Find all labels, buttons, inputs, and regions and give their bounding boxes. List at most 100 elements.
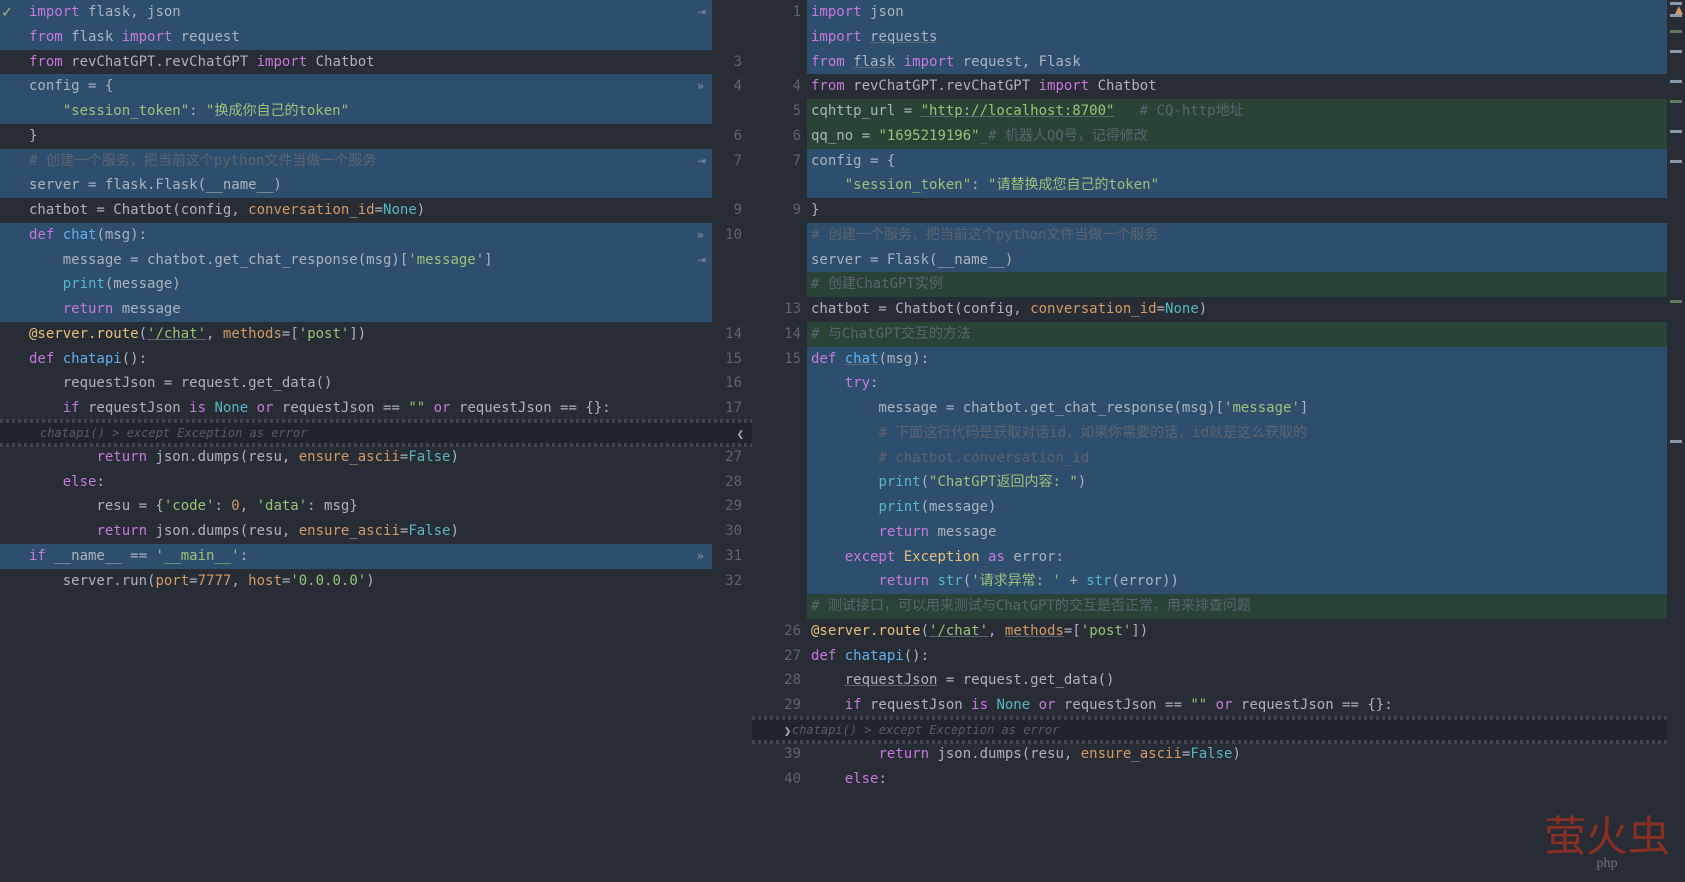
code-line[interactable]: server = flask.Flask(__name__) [0, 173, 752, 198]
code-line[interactable]: "session_token": "请替换成您自己的token" [752, 173, 1685, 198]
code-line[interactable]: 14# 与ChatGPT交互的方法 [752, 322, 1685, 347]
expand-right-icon[interactable]: ❯ [782, 722, 793, 740]
code-line[interactable]: 1import json [752, 0, 1685, 25]
code-line[interactable]: requestJson = request.get_data()16 [0, 371, 752, 396]
insert-icon[interactable]: » [697, 223, 706, 248]
code-line[interactable]: return str('请求异常: ' + str(error)) [752, 569, 1685, 594]
code-line[interactable]: except Exception as error: [752, 545, 1685, 570]
line-number: 1 [752, 0, 807, 25]
insert-icon[interactable]: » [697, 74, 706, 99]
code-line[interactable]: server.run(port=7777, host='0.0.0.0')32 [0, 569, 752, 594]
line-number: 14 [752, 322, 807, 347]
right-pane[interactable]: ▲ 1import jsonimport requestsfrom flask … [752, 0, 1685, 882]
gutter-marker [0, 297, 25, 322]
line-number: 6 [712, 124, 752, 149]
code-content: config = { [25, 74, 712, 99]
code-content: chatbot = Chatbot(config, conversation_i… [807, 297, 1685, 322]
accept-icon[interactable]: ⇥ [698, 248, 706, 273]
code-content: server = flask.Flask(__name__) [25, 173, 712, 198]
code-line[interactable]: # 测试接口，可以用来测试与ChatGPT的交互是否正常，用来排查问题 [752, 594, 1685, 619]
code-line[interactable]: 39 return json.dumps(resu, ensure_ascii=… [752, 742, 1685, 767]
line-number [712, 25, 752, 50]
code-line[interactable]: 4from revChatGPT.revChatGPT import Chatb… [752, 74, 1685, 99]
code-line[interactable]: server = Flask(__name__) [752, 248, 1685, 273]
code-content: print("ChatGPT返回内容: ") [807, 470, 1685, 495]
left-pane[interactable]: ✓ import flask, json⇥from flask import r… [0, 0, 752, 882]
code-line[interactable]: return message [752, 520, 1685, 545]
line-number [752, 173, 807, 198]
code-line[interactable]: message = chatbot.get_chat_response(msg)… [752, 396, 1685, 421]
code-line[interactable]: print(message) [752, 495, 1685, 520]
code-line[interactable]: from flask import request [0, 25, 752, 50]
code-line[interactable]: else:28 [0, 470, 752, 495]
line-number: 4 [752, 74, 807, 99]
code-line[interactable]: print("ChatGPT返回内容: ") [752, 470, 1685, 495]
code-line[interactable]: return json.dumps(resu, ensure_ascii=Fal… [0, 445, 752, 470]
code-line[interactable]: chatbot = Chatbot(config, conversation_i… [0, 198, 752, 223]
code-content: def chat(msg): [25, 223, 712, 248]
code-line[interactable]: import requests [752, 25, 1685, 50]
expand-left-icon[interactable]: ❮ [735, 425, 746, 443]
code-line[interactable]: 28 requestJson = request.get_data() [752, 668, 1685, 693]
code-line[interactable]: import flask, json⇥ [0, 0, 752, 25]
code-line[interactable]: config = {»4 [0, 74, 752, 99]
code-line[interactable]: 7config = { [752, 149, 1685, 174]
code-line[interactable]: 27def chatapi(): [752, 644, 1685, 669]
code-line[interactable]: if __name__ == '__main__':»31 [0, 544, 752, 569]
minimap[interactable] [1667, 0, 1685, 882]
gutter-marker [0, 322, 25, 347]
code-content: return json.dumps(resu, ensure_ascii=Fal… [25, 519, 712, 544]
code-line[interactable]: # chatbot.conversation_id [752, 446, 1685, 471]
code-line[interactable]: 9} [752, 198, 1685, 223]
code-content: message = chatbot.get_chat_response(msg)… [25, 248, 712, 273]
code-content: try: [807, 371, 1685, 396]
code-line[interactable]: from flask import request, Flask [752, 50, 1685, 75]
code-content: if __name__ == '__main__': [25, 544, 712, 569]
code-content: requestJson = request.get_data() [25, 371, 712, 396]
line-number: 9 [752, 198, 807, 223]
code-line[interactable]: # 创建ChatGPT实例 [752, 272, 1685, 297]
code-line[interactable]: def chatapi():15 [0, 347, 752, 372]
code-content: chatbot = Chatbot(config, conversation_i… [25, 198, 712, 223]
code-line[interactable]: 29 if requestJson is None or requestJson… [752, 693, 1685, 718]
code-line[interactable]: 15def chat(msg): [752, 347, 1685, 372]
code-line[interactable]: # 创建一个服务，把当前这个python文件当做一个服务⇥7 [0, 149, 752, 174]
code-line[interactable]: 13chatbot = Chatbot(config, conversation… [752, 297, 1685, 322]
line-number: 39 [752, 742, 807, 767]
code-line[interactable]: # 下面这行代码是获取对话id，如果你需要的话，id就是这么获取的 [752, 421, 1685, 446]
line-number: 9 [712, 198, 752, 223]
code-line[interactable]: try: [752, 371, 1685, 396]
fold-bar[interactable]: chatapi() > except Exception as error❯ [752, 718, 1685, 742]
line-number: 13 [752, 297, 807, 322]
code-line[interactable]: if requestJson is None or requestJson ==… [0, 396, 752, 421]
accept-icon[interactable]: ⇥ [698, 149, 706, 174]
code-line[interactable]: return message [0, 297, 752, 322]
line-number: 3 [712, 50, 752, 75]
code-line[interactable]: 26@server.route('/chat', methods=['post'… [752, 619, 1685, 644]
code-line[interactable]: # 创建一个服务，把当前这个python文件当做一个服务 [752, 223, 1685, 248]
line-number [752, 25, 807, 50]
code-line[interactable]: @server.route('/chat', methods=['post'])… [0, 322, 752, 347]
code-content: @server.route('/chat', methods=['post']) [25, 322, 712, 347]
fold-bar[interactable]: chatapi() > except Exception as error❮ [0, 421, 752, 445]
code-line[interactable]: 40 else: [752, 767, 1685, 792]
code-content: resu = {'code': 0, 'data': msg} [25, 494, 712, 519]
code-line[interactable]: 6qq_no = "1695219196"_# 机器人QQ号，记得修改 [752, 124, 1685, 149]
line-number [752, 569, 807, 594]
accept-icon[interactable]: ⇥ [698, 0, 706, 25]
code-line[interactable]: def chat(msg):»10 [0, 223, 752, 248]
gutter-marker [0, 149, 25, 174]
code-line[interactable]: from revChatGPT.revChatGPT import Chatbo… [0, 50, 752, 75]
code-content: return json.dumps(resu, ensure_ascii=Fal… [25, 445, 712, 470]
code-line[interactable]: "session_token": "换成你自己的token" [0, 99, 752, 124]
code-line[interactable]: message = chatbot.get_chat_response(msg)… [0, 248, 752, 273]
fold-path: chatapi() > except Exception as error [752, 723, 1059, 737]
code-content: # 创建ChatGPT实例 [807, 272, 1685, 297]
code-line[interactable]: print(message) [0, 272, 752, 297]
code-line[interactable]: 5cqhttp_url = "http://localhost:8700" # … [752, 99, 1685, 124]
code-line[interactable]: }6 [0, 124, 752, 149]
code-line[interactable]: resu = {'code': 0, 'data': msg}29 [0, 494, 752, 519]
insert-icon[interactable]: » [697, 544, 706, 569]
code-content: "session_token": "换成你自己的token" [25, 99, 712, 124]
code-line[interactable]: return json.dumps(resu, ensure_ascii=Fal… [0, 519, 752, 544]
